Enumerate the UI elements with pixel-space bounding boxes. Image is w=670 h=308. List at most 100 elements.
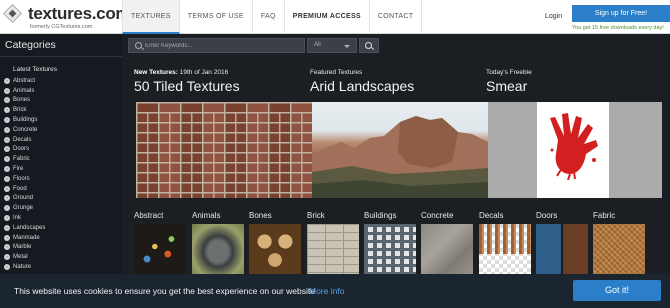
sidebar-item-label: Floors <box>13 175 30 182</box>
tile-image-fabric[interactable] <box>593 224 645 274</box>
search-filter-value: All <box>314 42 321 48</box>
sidebar-item-label: Buildings <box>13 117 38 124</box>
tile-image-concrete[interactable] <box>421 224 473 274</box>
sidebar-item-label: Fire <box>13 166 24 173</box>
hero-image-smear[interactable] <box>488 102 662 198</box>
sidebar-divider <box>0 56 122 57</box>
sidebar-item-label: Grunge <box>13 205 34 212</box>
featured-title-featured[interactable]: Arid Landscapes <box>310 78 414 94</box>
chevron-right-icon: › <box>4 136 10 143</box>
tile-label-brick[interactable]: Brick <box>307 211 325 220</box>
sidebar-item-doors[interactable]: › Doors <box>4 145 45 155</box>
chevron-right-icon: › <box>4 146 10 153</box>
red-handprint-image <box>550 113 598 180</box>
sidebar-item-metal[interactable]: › Metal <box>4 252 45 262</box>
nav-terms-of-use[interactable]: TERMS OF USE <box>180 0 253 34</box>
sidebar-item-latest-textures[interactable]: Latest Textures <box>13 66 57 73</box>
sidebar-item-brick[interactable]: › Brick <box>4 105 45 115</box>
cookie-banner: This website uses cookies to ensure you … <box>0 274 670 308</box>
sidebar-item-fabric[interactable]: › Fabric <box>4 154 45 164</box>
sidebar-item-label: Doors <box>13 146 30 153</box>
sidebar-item-label: Marble <box>13 244 32 251</box>
tile-label-bones[interactable]: Bones <box>249 211 272 220</box>
sidebar-item-concrete[interactable]: › Concrete <box>4 125 45 135</box>
chevron-right-icon: › <box>4 126 10 133</box>
tile-label-doors[interactable]: Doors <box>536 211 557 220</box>
sidebar-item-nature[interactable]: › Nature <box>4 262 45 272</box>
nav-faq[interactable]: FAQ <box>253 0 285 34</box>
nav-contact[interactable]: CONTACT <box>370 0 423 34</box>
sidebar-item-label: Food <box>13 185 27 192</box>
sidebar-item-floors[interactable]: › Floors <box>4 174 45 184</box>
sidebar-item-label: Metal <box>13 254 28 261</box>
search-button[interactable] <box>359 38 379 53</box>
search-filter-select[interactable]: All <box>307 38 357 53</box>
sidebar-item-ground[interactable]: › Ground <box>4 194 45 204</box>
tile-label-buildings[interactable]: Buildings <box>364 211 396 220</box>
tile-image-doors[interactable] <box>536 224 588 274</box>
tile-image-brick[interactable] <box>307 224 359 274</box>
tile-image-bones[interactable] <box>249 224 301 274</box>
sidebar-item-marble[interactable]: › Marble <box>4 243 45 253</box>
logo-text: textures.com <box>28 4 131 23</box>
canyon-image <box>312 116 488 198</box>
sidebar-item-label: Manmade <box>13 234 40 241</box>
featured-label-new: New Textures: 19th of Jan 2016 <box>134 69 228 76</box>
chevron-right-icon: › <box>4 185 10 192</box>
featured-label-new-date: 19th of Jan 2016 <box>177 69 229 76</box>
nav-premium-access[interactable]: PREMIUM ACCESS <box>285 0 370 34</box>
sidebar-item-animals[interactable]: › Animals <box>4 86 45 96</box>
hero-image-brick[interactable] <box>136 102 312 198</box>
featured-label-new-strong: New Textures: <box>134 69 178 76</box>
sidebar-item-label: Landscapes <box>13 224 46 231</box>
sidebar-item-grunge[interactable]: › Grunge <box>4 203 45 213</box>
sidebar-item-label: Ink <box>13 215 22 222</box>
tile-label-animals[interactable]: Animals <box>192 211 220 220</box>
site-logo[interactable]: textures.com formerly CGTextures.com <box>3 4 131 32</box>
sidebar-item-manmade[interactable]: › Manmade <box>4 233 45 243</box>
hero-image-canyon[interactable] <box>312 102 488 198</box>
tile-label-abstract[interactable]: Abstract <box>134 211 163 220</box>
tile-image-decals[interactable] <box>479 224 531 274</box>
search-icon <box>135 42 142 49</box>
signup-button[interactable]: Sign up for Free! <box>572 5 670 22</box>
logo-subtitle: formerly CGTextures.com <box>30 24 93 30</box>
featured-title-freebie[interactable]: Smear <box>486 78 527 94</box>
chevron-right-icon: › <box>4 97 10 104</box>
sidebar-item-bones[interactable]: › Bones <box>4 96 45 106</box>
chevron-right-icon: › <box>4 254 10 261</box>
category-sidebar: Categories Latest Textures › Abstract › An… <box>0 34 122 274</box>
tile-label-decals[interactable]: Decals <box>479 211 503 220</box>
sidebar-item-label: Animals <box>13 87 35 94</box>
sidebar-item-decals[interactable]: › Decals <box>4 135 45 145</box>
tile-image-animals[interactable] <box>192 224 244 274</box>
tile-label-concrete[interactable]: Concrete <box>421 211 453 220</box>
featured-title-new[interactable]: 50 Tiled Textures <box>134 78 240 94</box>
search-input[interactable] <box>145 39 303 52</box>
sidebar-item-fire[interactable]: › Fire <box>4 164 45 174</box>
chevron-right-icon: › <box>4 224 10 231</box>
sidebar-item-abstract[interactable]: › Abstract <box>4 76 45 86</box>
sidebar-item-buildings[interactable]: › Buildings <box>4 115 45 125</box>
sidebar-item-landscapes[interactable]: › Landscapes <box>4 223 45 233</box>
sidebar-item-ink[interactable]: › Ink <box>4 213 45 223</box>
cookie-message: This website uses cookies to ensure you … <box>14 286 315 296</box>
chevron-right-icon: › <box>4 175 10 182</box>
sidebar-item-label: Concrete <box>13 126 38 133</box>
tile-image-abstract[interactable] <box>134 224 186 274</box>
cookie-accept-button[interactable]: Got it! <box>573 280 661 301</box>
tile-label-fabric[interactable]: Fabric <box>593 211 615 220</box>
tile-image-buildings[interactable] <box>364 224 416 274</box>
chevron-right-icon: › <box>4 156 10 163</box>
chevron-right-icon: › <box>4 264 10 271</box>
nav-textures[interactable]: TEXTURES <box>122 0 180 34</box>
login-link[interactable]: Login <box>545 13 562 20</box>
cookie-more-info-link[interactable]: More info <box>309 286 344 296</box>
sidebar-item-label: Decals <box>13 136 32 143</box>
top-header: textures.com formerly CGTextures.com TEX… <box>0 0 670 34</box>
chevron-right-icon: › <box>4 166 10 173</box>
signup-note: You get 15 free downloads every day! <box>572 25 664 31</box>
chevron-right-icon: › <box>4 215 10 222</box>
chevron-right-icon: › <box>4 234 10 241</box>
sidebar-item-food[interactable]: › Food <box>4 184 45 194</box>
